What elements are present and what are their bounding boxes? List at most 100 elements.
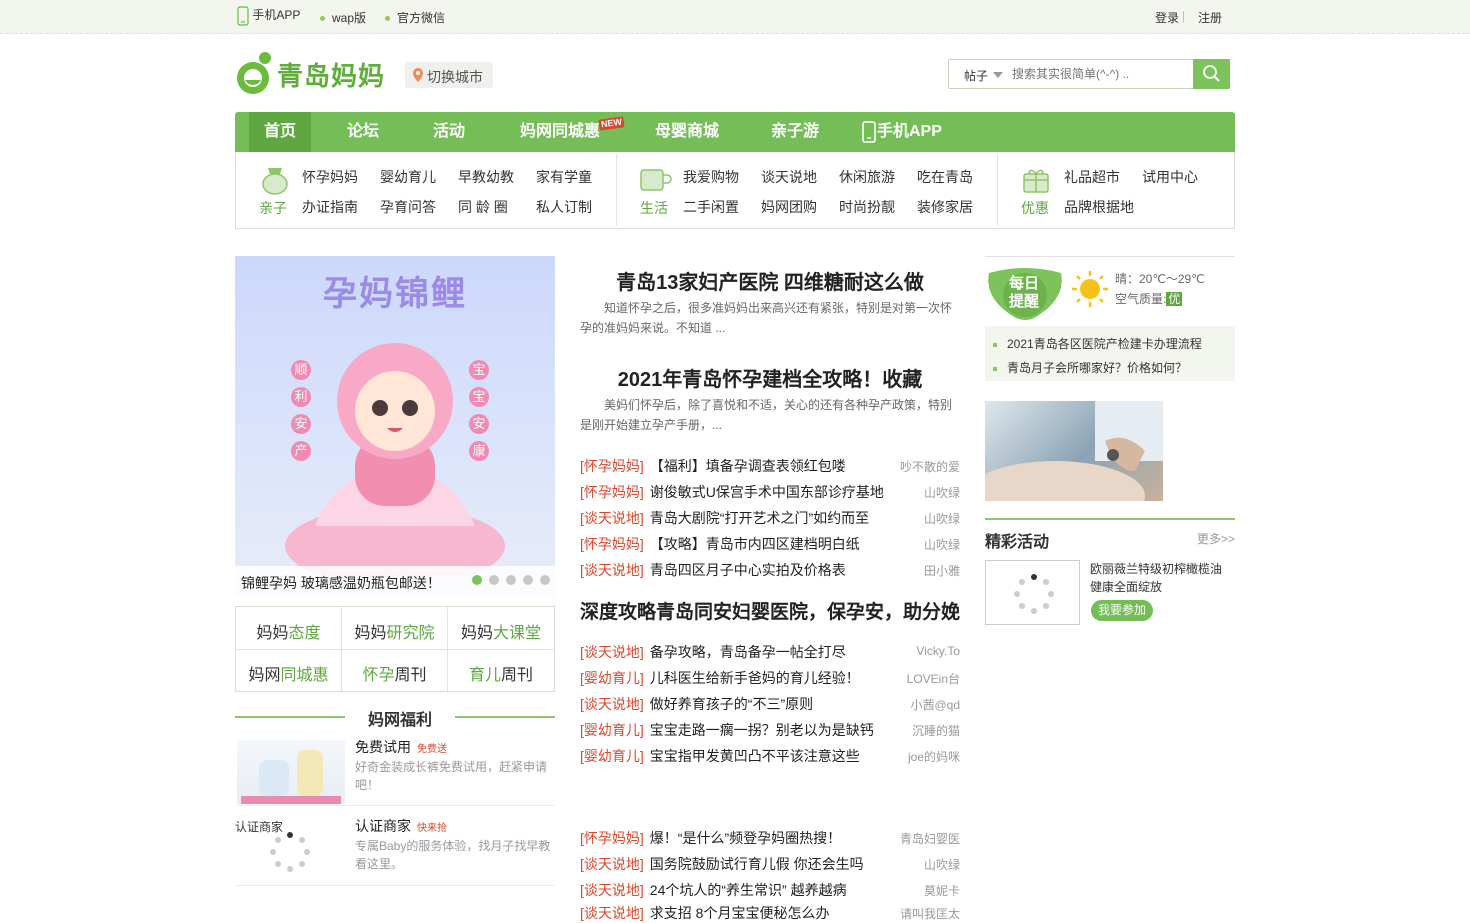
topic-category[interactable]: [怀孕妈妈] bbox=[580, 484, 644, 500]
subnav-link[interactable]: 礼品超市 bbox=[1064, 167, 1120, 187]
topic-category[interactable]: [怀孕妈妈] bbox=[580, 536, 644, 552]
nav-events[interactable]: 活动 bbox=[419, 112, 479, 152]
app-link[interactable]: 手机APP bbox=[237, 6, 300, 26]
notice-text[interactable]: 2021青岛各区医院产检建卡办理流程 bbox=[1007, 337, 1202, 351]
subnav-link[interactable]: 婴幼育儿 bbox=[380, 167, 436, 187]
topic-row[interactable]: [婴幼育儿] 儿科医生给新手爸妈的育儿经验！ LOVEin台 bbox=[580, 668, 960, 688]
nav-mobile-app[interactable]: 手机APP bbox=[861, 112, 951, 152]
topic-author[interactable]: 山吹绿 bbox=[924, 484, 960, 501]
topic-row[interactable]: [怀孕妈妈] 爆！“是什么”频登孕妈圈热搜！ 青岛妇婴医 bbox=[580, 828, 960, 848]
topic-category[interactable]: [怀孕妈妈] bbox=[580, 830, 644, 846]
subnav-link[interactable]: 怀孕妈妈 bbox=[302, 167, 358, 187]
site-logo[interactable]: 青岛妈妈 bbox=[235, 50, 395, 96]
topic-title[interactable]: 儿科医生给新手爸妈的育儿经验！ bbox=[650, 670, 860, 686]
topic-row[interactable]: [怀孕妈妈] 【攻略】青岛市内四区建档明白纸 山吹绿 bbox=[580, 534, 960, 554]
topic-author[interactable]: 小茜@qd bbox=[910, 696, 960, 713]
activity-image[interactable] bbox=[985, 560, 1080, 625]
carousel-dot[interactable] bbox=[489, 575, 499, 585]
login-link[interactable]: 登录 bbox=[1155, 9, 1179, 26]
grid-link-pregnancy-weekly[interactable]: 怀孕周刊 bbox=[342, 661, 447, 685]
switch-city-button[interactable]: 切换城市 bbox=[405, 62, 493, 88]
subnav-link[interactable]: 时尚扮靓 bbox=[839, 197, 895, 217]
join-button[interactable]: 我要参加 bbox=[1091, 600, 1153, 621]
topic-title[interactable]: 青岛四区月子中心实拍及价格表 bbox=[650, 562, 846, 578]
promo-carousel[interactable]: 孕妈锦鲤 顺 利 安 产 宝 宝 安 康 锦鲤孕妈 玻璃感温奶瓶包邮送！ bbox=[235, 256, 555, 596]
topic-author[interactable]: Vicky.To bbox=[916, 644, 960, 658]
topic-title[interactable]: 【福利】填备孕调查表领红包喽 bbox=[650, 458, 846, 474]
topic-author[interactable]: 青岛妇婴医 bbox=[900, 830, 960, 847]
notice-text[interactable]: 青岛月子会所哪家好？价格如何？ bbox=[1007, 361, 1187, 375]
subnav-link[interactable]: 妈网团购 bbox=[761, 197, 817, 217]
topic-row[interactable]: [谈天说地] 备孕攻略，青岛备孕一帖全打尽 Vicky.To bbox=[580, 642, 960, 662]
topic-author[interactable]: LOVEin台 bbox=[907, 670, 960, 687]
search-button[interactable] bbox=[1193, 59, 1230, 89]
topic-title[interactable]: 青岛大剧院“打开艺术之门”如约而至 bbox=[650, 510, 869, 526]
search-input[interactable] bbox=[1012, 65, 1187, 83]
register-link[interactable]: 注册 bbox=[1198, 9, 1222, 26]
merchant-image[interactable]: 认证商家 bbox=[235, 818, 345, 882]
topic-author[interactable]: 田小雅 bbox=[924, 562, 960, 579]
topic-title[interactable]: 宝宝走路一瘸一拐？别老以为是缺钙 bbox=[650, 722, 874, 738]
topic-row[interactable]: [谈天说地] 做好养育孩子的“不三”原则 小茜@qd bbox=[580, 694, 960, 714]
wap-link[interactable]: wap版 bbox=[320, 9, 366, 26]
topic-category[interactable]: [谈天说地] bbox=[580, 696, 644, 712]
topic-category[interactable]: [谈天说地] bbox=[580, 882, 644, 898]
free-trial-image[interactable] bbox=[237, 740, 345, 804]
topic-category[interactable]: [婴幼育儿] bbox=[580, 722, 644, 738]
topic-title[interactable]: 爆！“是什么”频登孕妈圈热搜！ bbox=[650, 830, 841, 846]
subnav-link[interactable]: 同 龄 圈 bbox=[458, 197, 508, 217]
nav-baby-mall[interactable]: 母婴商城 bbox=[647, 112, 727, 152]
feature-headline[interactable]: 深度攻略青岛同安妇婴医院，保孕安，助分娩 bbox=[580, 597, 960, 624]
chevron-down-icon[interactable] bbox=[993, 72, 1003, 78]
topic-row[interactable]: [谈天说地] 青岛四区月子中心实拍及价格表 田小雅 bbox=[580, 560, 960, 580]
topic-row[interactable]: [谈天说地] 国务院鼓励试行育儿假 你还会生吗 山吹绿 bbox=[580, 854, 960, 874]
topic-category[interactable]: [谈天说地] bbox=[580, 644, 644, 660]
topic-category[interactable]: [谈天说地] bbox=[580, 856, 644, 872]
activity-desc[interactable]: 欧丽薇兰特级初榨橄榄油 健康全面绽放 bbox=[1090, 560, 1222, 596]
merchant-title[interactable]: 认证商家 快来抢 bbox=[355, 816, 447, 836]
topic-category[interactable]: [婴幼育儿] bbox=[580, 748, 644, 764]
topic-row[interactable]: [婴幼育儿] 宝宝指甲发黄凹凸不平该注意这些 joe的妈咪 bbox=[580, 746, 960, 766]
nav-home[interactable]: 首页 bbox=[249, 112, 311, 152]
nav-forum[interactable]: 论坛 bbox=[333, 112, 393, 152]
topic-title[interactable]: 24个坑人的“养生常识” 越养越病 bbox=[650, 882, 847, 898]
topic-row[interactable]: [婴幼育儿] 宝宝走路一瘸一拐？别老以为是缺钙 沉睡的猫 bbox=[580, 720, 960, 740]
topic-category[interactable]: [谈天说地] bbox=[580, 562, 644, 578]
subnav-link[interactable]: 装修家居 bbox=[917, 197, 973, 217]
topic-author[interactable]: joe的妈咪 bbox=[908, 748, 960, 765]
topic-title[interactable]: 求支招 8个月宝宝便秘怎么办 bbox=[650, 905, 830, 921]
ultrasound-photo[interactable] bbox=[965, 401, 1163, 531]
subnav-link[interactable]: 早教幼教 bbox=[458, 167, 514, 187]
subnav-link[interactable]: 品牌根据地 bbox=[1064, 197, 1134, 217]
topic-title[interactable]: 国务院鼓励试行育儿假 你还会生吗 bbox=[650, 856, 864, 872]
search-category-select[interactable]: 帖子 bbox=[964, 67, 988, 84]
nav-local-deals[interactable]: 妈网同城惠 bbox=[515, 112, 605, 152]
topic-author[interactable]: 请叫我匡太 bbox=[900, 905, 960, 922]
topic-category[interactable]: [婴幼育儿] bbox=[580, 670, 644, 686]
grid-link-research[interactable]: 妈妈研究院 bbox=[342, 619, 447, 643]
subnav-link[interactable]: 办证指南 bbox=[302, 197, 358, 217]
subnav-link[interactable]: 吃在青岛 bbox=[917, 167, 973, 187]
topic-author[interactable]: 吵不散的爱 bbox=[900, 458, 960, 475]
subnav-link[interactable]: 谈天说地 bbox=[761, 167, 817, 187]
topic-author[interactable]: 沉睡的猫 bbox=[912, 722, 960, 739]
subnav-link[interactable]: 二手闲置 bbox=[683, 197, 739, 217]
subnav-link[interactable]: 我爱购物 bbox=[683, 167, 739, 187]
topic-category[interactable]: [怀孕妈妈] bbox=[580, 458, 644, 474]
carousel-dot[interactable] bbox=[540, 575, 550, 585]
topic-title[interactable]: 做好养育孩子的“不三”原则 bbox=[650, 696, 813, 712]
topic-category[interactable]: [谈天说地] bbox=[580, 510, 644, 526]
subnav-link[interactable]: 孕育问答 bbox=[380, 197, 436, 217]
topic-row[interactable]: [谈天说地] 青岛大剧院“打开艺术之门”如约而至 山吹绿 bbox=[580, 508, 960, 528]
subnav-link[interactable]: 私人订制 bbox=[536, 197, 592, 217]
grid-link-classroom[interactable]: 妈妈大课堂 bbox=[448, 619, 554, 643]
topic-author[interactable]: 莫妮卡 bbox=[924, 882, 960, 899]
wechat-link[interactable]: 官方微信 bbox=[385, 9, 445, 26]
topic-title[interactable]: 【攻略】青岛市内四区建档明白纸 bbox=[650, 536, 860, 552]
grid-link-parenting-weekly[interactable]: 育儿周刊 bbox=[448, 661, 554, 685]
nav-family-travel[interactable]: 亲子游 bbox=[765, 112, 825, 152]
notice-item[interactable]: 2021青岛各区医院产检建卡办理流程 bbox=[993, 335, 1202, 352]
topic-row[interactable]: [谈天说地] 求支招 8个月宝宝便秘怎么办 请叫我匡太 bbox=[580, 903, 960, 923]
topic-author[interactable]: 山吹绿 bbox=[924, 536, 960, 553]
feature-headline[interactable]: 2021年青岛怀孕建档全攻略！收藏 bbox=[580, 363, 960, 392]
